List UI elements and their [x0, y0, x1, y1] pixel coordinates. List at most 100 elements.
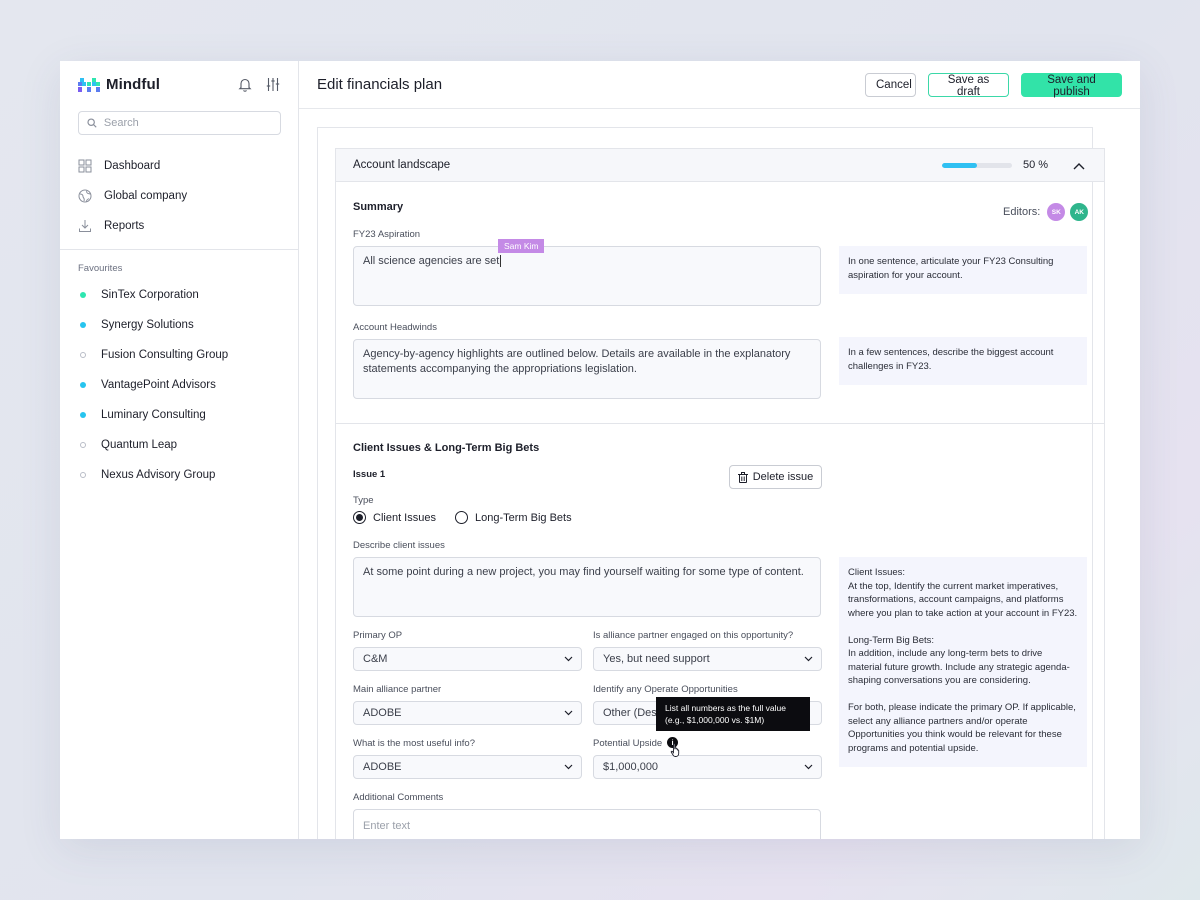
sidebar-item-reports[interactable]: Reports — [78, 211, 288, 241]
favourite-label: SinTex Corporation — [101, 289, 199, 301]
hint-text: In addition, include any long-term bets … — [848, 648, 1070, 686]
bell-icon[interactable] — [238, 77, 252, 92]
app-window: Mindful Dashboard — [60, 61, 1140, 839]
page-title: Edit financials plan — [317, 76, 443, 93]
radio-long-term-bets[interactable] — [454, 511, 468, 524]
describe-textarea[interactable]: At some point during a new project, you … — [353, 557, 821, 617]
comments-label: Additional Comments — [353, 792, 444, 803]
select-value: ADOBE — [363, 707, 402, 719]
chevron-down-icon — [804, 764, 813, 770]
top-bar: Edit financials plan Cancel Save as draf… — [299, 61, 1140, 109]
download-icon — [79, 220, 91, 232]
save-draft-button[interactable]: Save as draft — [928, 73, 1009, 98]
headwinds-textarea[interactable]: Agency-by-agency highlights are outlined… — [353, 339, 821, 399]
operate-label: Identify any Operate Opportunities — [593, 684, 738, 695]
status-dot — [80, 352, 86, 358]
main-alliance-select[interactable]: ADOBE — [353, 701, 582, 725]
section-divider — [336, 423, 1104, 424]
aspiration-value: All science agencies are set — [363, 255, 500, 267]
sliders-icon[interactable] — [266, 77, 280, 92]
favourite-item[interactable]: Fusion Consulting Group — [80, 340, 290, 370]
panel-header[interactable]: Account landscape 50 % — [336, 149, 1104, 182]
delete-issue-button[interactable]: Delete issue — [729, 465, 822, 489]
avatar[interactable]: SK — [1047, 203, 1066, 221]
tooltip-line: List all numbers as the full value — [665, 703, 786, 713]
describe-value: At some point during a new project, you … — [363, 566, 804, 578]
brand[interactable]: Mindful — [78, 76, 160, 93]
grid-icon — [78, 159, 92, 173]
headwinds-hint: In a few sentences, describe the biggest… — [839, 337, 1087, 385]
search-box — [78, 111, 281, 135]
chevron-down-icon — [564, 656, 573, 662]
favourite-label: Synergy Solutions — [101, 319, 194, 331]
hand-pointer-icon — [670, 743, 680, 757]
summary-title: Summary — [353, 201, 404, 213]
search-input[interactable] — [103, 117, 272, 129]
useful-info-label: What is the most useful info? — [353, 738, 475, 749]
hint-text: Long-Term Big Bets: — [848, 634, 935, 646]
cancel-button[interactable]: Cancel — [865, 73, 916, 97]
select-value: Other (Desc — [603, 707, 663, 719]
progress-text: 50 % — [1023, 159, 1049, 171]
sidebar-item-global-company[interactable]: Global company — [78, 181, 288, 211]
trash-icon — [737, 471, 748, 483]
favourite-item[interactable]: Synergy Solutions — [80, 310, 290, 340]
typing-user-tag: Sam Kim — [498, 239, 545, 253]
alliance-engaged-label: Is alliance partner engaged on this oppo… — [593, 630, 794, 641]
status-dot — [80, 292, 86, 298]
sidebar-item-label: Global company — [104, 190, 188, 202]
sidebar-item-dashboard[interactable]: Dashboard — [78, 151, 288, 181]
radio-client-issues[interactable] — [353, 511, 366, 524]
favourite-item[interactable]: Quantum Leap — [80, 430, 290, 460]
main-area: Edit financials plan Cancel Save as draf… — [299, 61, 1140, 839]
chevron-up-icon[interactable] — [1071, 158, 1087, 174]
type-radio-group: Client Issues Long-Term Big Bets — [353, 511, 584, 524]
status-dot — [80, 382, 86, 388]
favourite-label: VantagePoint Advisors — [101, 379, 216, 391]
favourite-item[interactable]: VantagePoint Advisors — [80, 370, 290, 400]
editors: Editors: SK AK — [1003, 203, 1089, 221]
tooltip-line: (e.g., $1,000,000 vs. $1M) — [665, 715, 765, 725]
chevron-down-icon — [804, 656, 813, 662]
aspiration-hint: In one sentence, articulate your FY23 Co… — [839, 246, 1087, 294]
favourite-label: Quantum Leap — [101, 439, 178, 451]
upside-select[interactable]: $1,000,000 — [593, 755, 822, 779]
headwinds-value: Agency-by-agency highlights are outlined… — [363, 348, 791, 375]
alliance-engaged-select[interactable]: Yes, but need support — [593, 647, 822, 671]
favourite-item[interactable]: SinTex Corporation — [80, 280, 290, 310]
brand-name: Mindful — [106, 76, 161, 93]
primary-op-select[interactable]: C&M — [353, 647, 582, 671]
hint-text: For both, please indicate the primary OP… — [848, 702, 1076, 754]
hint-text: At the top, Identify the current market … — [848, 580, 1078, 619]
sidebar: Mindful Dashboard — [60, 61, 299, 839]
chevron-down-icon — [564, 710, 573, 716]
favourite-label: Luminary Consulting — [101, 409, 206, 421]
save-publish-button[interactable]: Save and publish — [1021, 73, 1122, 98]
sidebar-divider — [60, 249, 298, 250]
chevron-down-icon — [564, 764, 573, 770]
status-dot — [80, 322, 86, 328]
sidebar-item-label: Reports — [104, 220, 145, 232]
favourite-label: Fusion Consulting Group — [101, 349, 229, 361]
hint-text: In one sentence, articulate your FY23 Co… — [848, 256, 1054, 281]
sidebar-actions — [238, 77, 280, 92]
select-value: Yes, but need support — [603, 653, 710, 665]
favourite-label: Nexus Advisory Group — [101, 469, 216, 481]
sidebar-nav: Dashboard Global company Reports — [78, 151, 288, 241]
avatar[interactable]: AK — [1070, 203, 1089, 221]
aspiration-textarea[interactable]: All science agencies are set — [353, 246, 821, 306]
primary-op-label: Primary OP — [353, 630, 403, 641]
sidebar-item-label: Dashboard — [104, 160, 161, 172]
useful-info-select[interactable]: ADOBE — [353, 755, 582, 779]
select-value: C&M — [363, 653, 388, 665]
favourite-item[interactable]: Nexus Advisory Group — [80, 460, 290, 490]
hint-text: Client Issues: — [848, 567, 906, 578]
comments-input[interactable] — [353, 809, 821, 839]
status-dot — [80, 412, 86, 418]
type-label: Type — [353, 495, 374, 506]
select-value: ADOBE — [363, 761, 402, 773]
favourite-item[interactable]: Luminary Consulting — [80, 400, 290, 430]
panel-title: Account landscape — [353, 159, 451, 171]
